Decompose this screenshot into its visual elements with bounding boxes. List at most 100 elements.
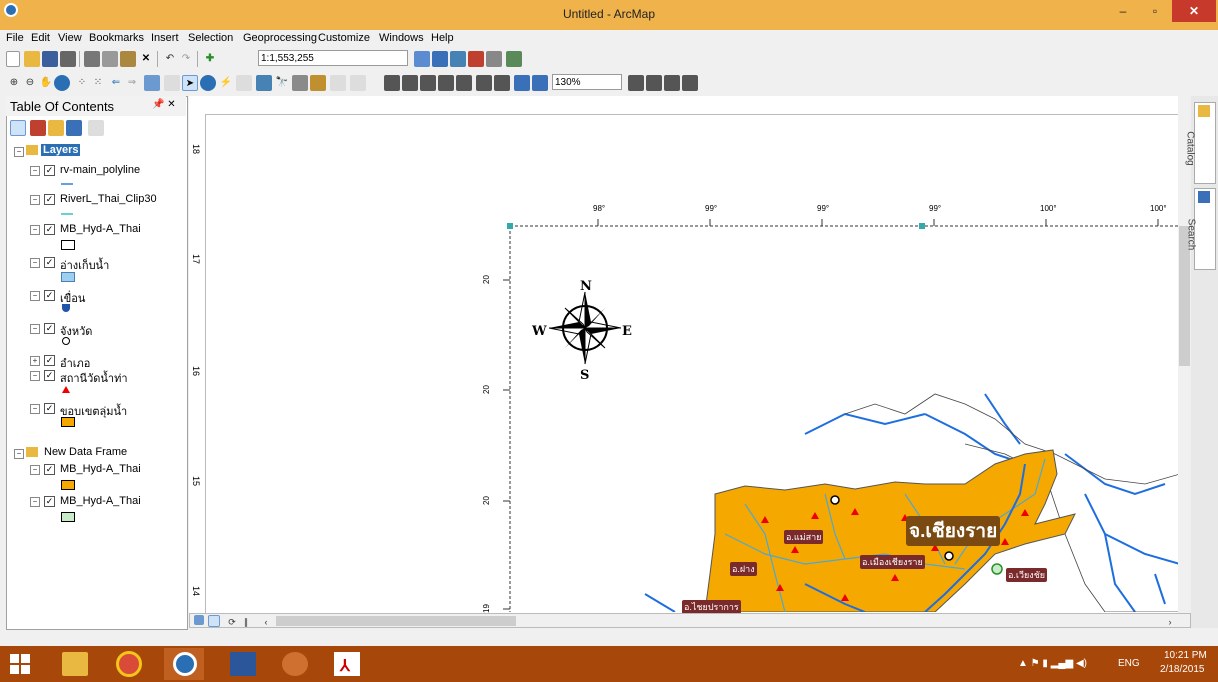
collapse-icon[interactable]: − [30, 225, 40, 235]
collapse-icon[interactable]: − [30, 195, 40, 205]
search-tab[interactable]: Search [1185, 188, 1216, 270]
add-data-icon[interactable]: ✚ [202, 51, 218, 67]
toolbox-icon[interactable] [468, 51, 484, 67]
toggle-draft-icon[interactable] [628, 75, 644, 91]
hyperlink-icon[interactable]: ⚡ [218, 75, 234, 91]
back-extent-icon[interactable]: ⇐ [108, 75, 124, 91]
layout-view-icon[interactable] [208, 615, 220, 627]
layer-visible-checkbox[interactable]: ✓ [44, 355, 55, 366]
fixed-zoom-out-icon[interactable]: ⁙ [90, 75, 106, 91]
file-explorer-icon[interactable] [62, 652, 88, 676]
arcmap-taskbar-button[interactable] [164, 648, 204, 680]
pause-drawing-icon[interactable]: ∥ [238, 614, 254, 630]
data-frame-new[interactable]: New Data Frame [44, 446, 127, 458]
measure-icon[interactable] [256, 75, 272, 91]
data-driven-pages-icon[interactable] [682, 75, 698, 91]
layer-riverl-thai[interactable]: RiverL_Thai_Clip30 [60, 193, 157, 205]
layer-visible-checkbox[interactable]: ✓ [44, 257, 55, 268]
menu-edit[interactable]: Edit [31, 32, 50, 44]
menu-view[interactable]: View [58, 32, 82, 44]
zoom-in-icon[interactable]: ⊕ [6, 75, 22, 91]
zoom-whole-page-icon[interactable] [438, 75, 454, 91]
close-button[interactable]: ✕ [1172, 0, 1216, 22]
redo-icon[interactable]: ↷ [178, 51, 194, 67]
back-layout-icon[interactable] [514, 75, 530, 91]
save-icon[interactable] [42, 51, 58, 67]
word-icon[interactable] [230, 652, 256, 676]
copy-icon[interactable] [102, 51, 118, 67]
fixed-layout-zoom-out-icon[interactable] [494, 75, 510, 91]
print-icon[interactable] [60, 51, 76, 67]
viewer-icon[interactable] [350, 75, 366, 91]
collapse-icon[interactable]: − [30, 324, 40, 334]
scroll-right-icon[interactable]: › [1162, 614, 1178, 630]
cut-icon[interactable] [84, 51, 100, 67]
undo-icon[interactable]: ↶ [162, 51, 178, 67]
menu-file[interactable]: File [6, 32, 24, 44]
open-folder-icon[interactable] [24, 51, 40, 67]
layout-zoom-out-icon[interactable] [402, 75, 418, 91]
fixed-layout-zoom-icon[interactable] [476, 75, 492, 91]
chrome-icon[interactable] [116, 651, 142, 677]
horizontal-scrollbar-thumb[interactable] [276, 616, 516, 626]
html-popup-icon[interactable] [236, 75, 252, 91]
collapse-icon[interactable]: − [14, 147, 24, 157]
full-extent-icon[interactable] [54, 75, 70, 91]
adobe-reader-icon[interactable]: ⅄ [334, 652, 360, 676]
layer-gauge-station[interactable]: สถานีวัดน้ำท่า [60, 369, 128, 387]
new-document-icon[interactable] [6, 51, 20, 67]
layer-visible-checkbox[interactable]: ✓ [44, 370, 55, 381]
identify-icon[interactable] [200, 75, 216, 91]
fixed-zoom-in-icon[interactable]: ⁘ [74, 75, 90, 91]
editor-toolbar-icon[interactable] [414, 51, 430, 67]
layer-visible-checkbox[interactable]: ✓ [44, 224, 55, 235]
collapse-icon[interactable]: − [30, 166, 40, 176]
menu-selection[interactable]: Selection [188, 32, 233, 44]
layout-pan-icon[interactable] [420, 75, 436, 91]
list-by-visibility-icon[interactable] [48, 120, 64, 136]
delete-icon[interactable]: ✕ [138, 51, 154, 67]
layout-zoom-in-icon[interactable] [384, 75, 400, 91]
layer-mb-hyd-a-thai-2[interactable]: MB_Hyd-A_Thai [60, 463, 141, 475]
layout-zoom-combo[interactable]: 130% [552, 74, 622, 90]
layer-visible-checkbox[interactable]: ✓ [44, 323, 55, 334]
menu-help[interactable]: Help [431, 32, 454, 44]
menu-geoprocessing[interactable]: Geoprocessing [243, 32, 317, 44]
toc-pin-close[interactable]: 📌 ✕ [152, 99, 176, 110]
forward-extent-icon[interactable]: ⇒ [124, 75, 140, 91]
collapse-icon[interactable]: − [30, 497, 40, 507]
scroll-left-icon[interactable]: ‹ [258, 614, 274, 630]
expand-icon[interactable]: + [30, 356, 40, 366]
tray-icons[interactable]: ▲ ⚑ ▮ ▂▄▆ ◀) [1018, 658, 1087, 669]
layer-rv-main-polyline[interactable]: rv-main_polyline [60, 164, 140, 176]
paint-icon[interactable] [282, 652, 308, 676]
map-canvas[interactable] [205, 114, 1180, 612]
layer-visible-checkbox[interactable]: ✓ [44, 290, 55, 301]
layer-visible-checkbox[interactable]: ✓ [44, 496, 55, 507]
focus-data-frame-icon[interactable] [646, 75, 662, 91]
collapse-icon[interactable]: − [14, 449, 24, 459]
layer-mb-hyd-a-thai-3[interactable]: MB_Hyd-A_Thai [60, 495, 141, 507]
go-to-xy-icon[interactable] [310, 75, 326, 91]
map-scale-combo[interactable]: 1:1,553,255 [258, 50, 408, 66]
layer-visible-checkbox[interactable]: ✓ [44, 194, 55, 205]
toc-options-icon[interactable] [88, 120, 104, 136]
select-elements-icon[interactable]: ➤ [182, 75, 198, 91]
table-icon[interactable] [432, 51, 448, 67]
collapse-icon[interactable]: − [30, 371, 40, 381]
clock-time[interactable]: 10:21 PM [1164, 650, 1207, 661]
data-frame-layers[interactable]: Layers [41, 144, 81, 156]
list-by-source-icon[interactable] [30, 120, 46, 136]
menu-customize[interactable]: Customize [318, 32, 370, 44]
clock-date[interactable]: 2/18/2015 [1160, 664, 1205, 675]
pan-icon[interactable]: ✋ [38, 75, 54, 91]
layer-visible-checkbox[interactable]: ✓ [44, 464, 55, 475]
collapse-icon[interactable]: − [30, 258, 40, 268]
zoom-100-icon[interactable] [456, 75, 472, 91]
minimize-button[interactable]: – [1108, 0, 1138, 22]
menu-insert[interactable]: Insert [151, 32, 179, 44]
menu-windows[interactable]: Windows [379, 32, 424, 44]
model-builder-icon[interactable] [506, 51, 522, 67]
find-icon[interactable]: 🔭 [274, 75, 290, 91]
vertical-scrollbar[interactable] [1178, 96, 1191, 613]
